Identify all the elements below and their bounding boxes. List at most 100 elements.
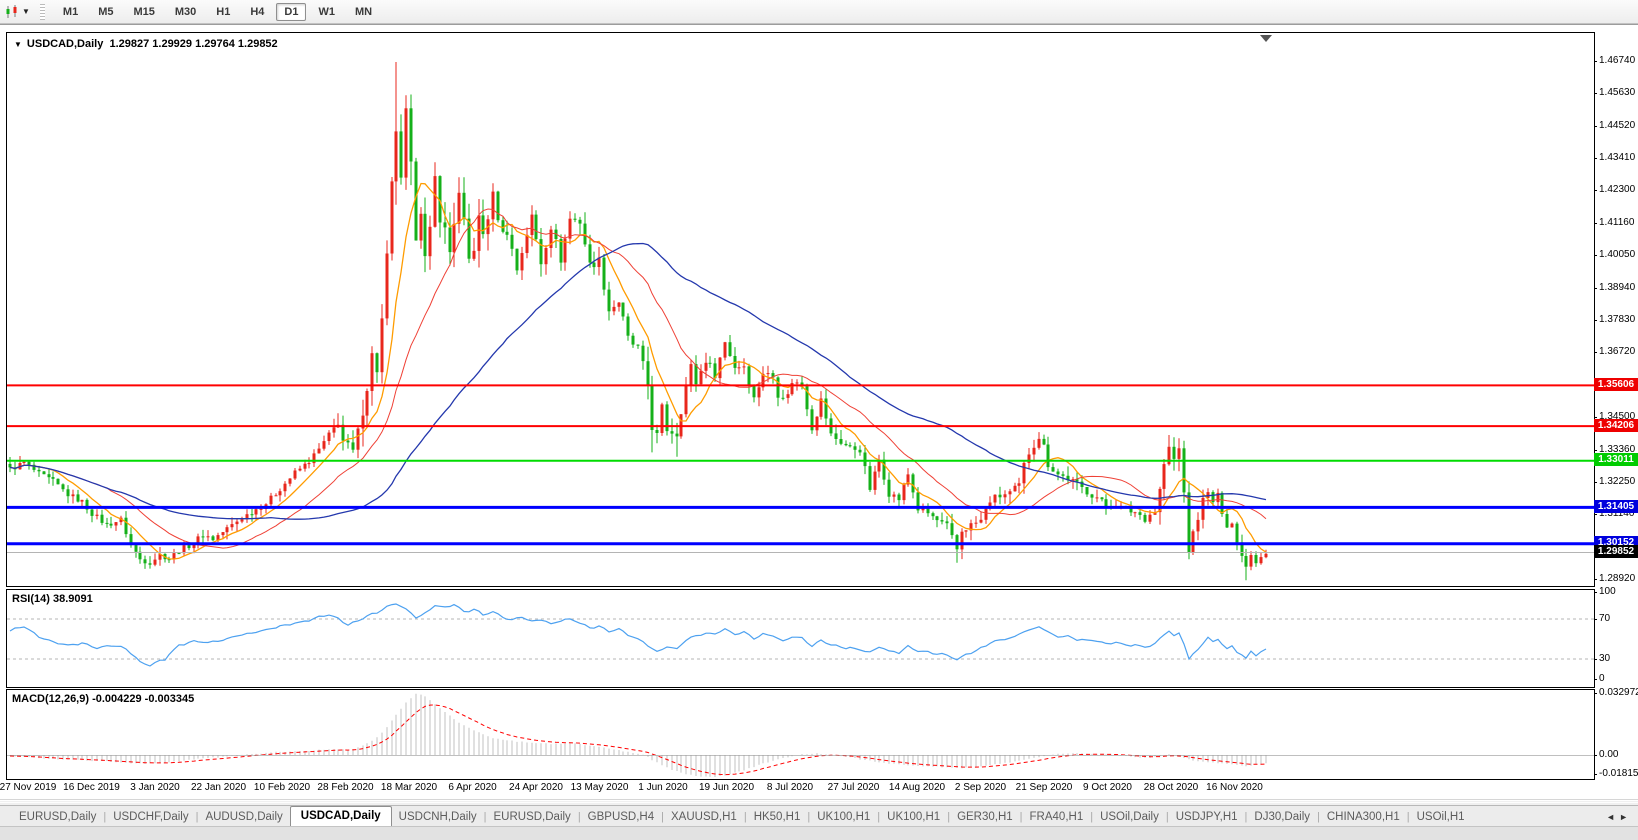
y-axis-tick: 1.42300 [1599,184,1635,195]
y-axis-tick: 1.36720 [1599,346,1635,357]
shift-marker-icon [1260,35,1272,42]
rsi-scale-label: 70 [1599,613,1610,624]
date-axis[interactable]: 27 Nov 2019 16 Dec 2019 3 Jan 2020 22 Jan 2… [0,780,1593,798]
window-bottom-bevel [0,799,1638,803]
price-level-badge: 1.29852 [1594,545,1638,558]
chart-ohlc-values: 1.29827 1.29929 1.29764 1.29852 [109,38,277,50]
price-level-badge: 1.31405 [1594,500,1638,513]
medium-ma [10,209,1266,548]
slow-ma [10,244,1266,520]
chart-tab-usdchf-daily[interactable]: USDCHF,Daily [106,808,195,826]
chart-tab-china300-h1[interactable]: CHINA300,H1 [1320,808,1407,826]
timeframe-button-m30[interactable]: M30 [167,3,204,21]
timeframe-button-h1[interactable]: H1 [208,3,238,21]
rsi-scale-label: 30 [1599,653,1610,664]
timeframe-buttons: M1M5M15 M30H1H4D1W1MN [53,3,382,21]
x-axis-date-label: 9 Oct 2020 [1083,782,1132,793]
chart-tab-audusd-daily[interactable]: AUDUSD,Daily [198,808,289,826]
rsi-pane-canvas[interactable] [7,590,1594,687]
chart-tab-usoil-daily[interactable]: USOil,Daily [1093,808,1166,826]
x-axis-date-label: 1 Jun 2020 [638,782,688,793]
chevron-down-icon[interactable]: ▼ [22,7,30,16]
y-axis-tick: 1.41160 [1599,217,1634,228]
tab-scroll-right-icon[interactable]: ► [1619,812,1632,822]
rsi-scale-label: 100 [1599,586,1616,597]
x-axis-date-label: 8 Jul 2020 [767,782,813,793]
y-axis-tick: 1.40050 [1599,249,1635,260]
x-axis-date-label: 18 Mar 2020 [381,782,437,793]
price-scale[interactable]: 1.46740 1.45630 1.44520 1.43410 1.42300 1.411… [1594,25,1638,802]
chart-tab-eurusd-daily[interactable]: EURUSD,Daily [12,808,103,826]
chart-tab-uk100-h1[interactable]: UK100,H1 [880,808,947,826]
chart-tab-hk50-h1[interactable]: HK50,H1 [747,808,808,826]
x-axis-date-label: 16 Nov 2020 [1206,782,1263,793]
macd-scale-label: 0.032972 [1599,687,1638,698]
x-axis-date-label: 6 Apr 2020 [448,782,496,793]
tab-scroll-arrows: ◄► [1606,812,1632,822]
price-level-badge: 1.33011 [1594,453,1638,466]
macd-pane[interactable]: MACD(12,26,9) -0.004229 -0.003345 [6,689,1595,780]
x-axis-date-label: 2 Sep 2020 [955,782,1006,793]
macd-scale-label: 0.00 [1599,749,1618,760]
macd-scale-label: -0.018154 [1599,768,1638,779]
chart-window: ▼USDCAD,Daily 1.29827 1.29929 1.29764 1.… [0,24,1638,801]
y-axis-tick: 1.46740 [1599,55,1635,66]
macd-pane-canvas[interactable] [7,690,1594,779]
timeframe-button-d1[interactable]: D1 [276,3,306,21]
chart-tab-xauusd-h1[interactable]: XAUUSD,H1 [664,808,744,826]
macd-indicator-label: MACD(12,26,9) -0.004229 -0.003345 [12,693,194,705]
chart-tab-usdjpy-h1[interactable]: USDJPY,H1 [1169,808,1245,826]
timeframe-button-mn[interactable]: MN [347,3,380,21]
chart-tab-ger30-h1[interactable]: GER30,H1 [950,808,1020,826]
x-axis-date-label: 16 Dec 2019 [63,782,120,793]
toolbar-grip[interactable] [40,4,45,20]
timeframe-button-m1[interactable]: M1 [55,3,86,21]
x-axis-date-label: 24 Apr 2020 [509,782,563,793]
chart-tab-uk100-h1[interactable]: UK100,H1 [810,808,877,826]
rsi-scale-label: 0 [1599,673,1605,684]
chart-tab-usoil-h1[interactable]: USOil,H1 [1410,808,1472,826]
y-axis-tick: 1.44520 [1599,120,1635,131]
y-axis-tick: 1.38940 [1599,282,1635,293]
fast-ma [10,184,1266,560]
rsi-indicator-label: RSI(14) 38.9091 [12,593,93,605]
timeframe-button-m15[interactable]: M15 [125,3,162,21]
chart-title: ▼USDCAD,Daily 1.29827 1.29929 1.29764 1.… [14,38,278,50]
price-pane[interactable] [6,32,1595,587]
x-axis-date-label: 3 Jan 2020 [130,782,180,793]
y-axis-tick: 1.32250 [1599,476,1635,487]
y-axis-tick: 1.28920 [1599,573,1635,584]
rsi-pane[interactable]: RSI(14) 38.9091 [6,589,1595,688]
chart-tab-fra40-h1[interactable]: FRA40,H1 [1023,808,1091,826]
tab-scroll-left-icon[interactable]: ◄ [1606,812,1619,822]
x-axis-date-label: 22 Jan 2020 [191,782,246,793]
timeframe-toolbar: ▼ M1M5M15 M30H1H4D1W1MN [0,0,1638,24]
y-axis-tick: 1.45630 [1599,87,1635,98]
price-level-badge: 1.34206 [1594,419,1638,432]
x-axis-date-label: 27 Jul 2020 [828,782,880,793]
chart-tab-dj30-daily[interactable]: DJ30,Daily [1247,808,1317,826]
chart-tab-bar: EURUSD,Daily|USDCHF,Daily|AUDUSD,DailyUS… [0,805,1638,826]
x-axis-date-label: 28 Feb 2020 [317,782,373,793]
chart-tab-gbpusd-h4[interactable]: GBPUSD,H4 [581,808,661,826]
y-axis-tick: 1.43410 [1599,152,1635,163]
x-axis-date-label: 28 Oct 2020 [1144,782,1198,793]
x-axis-date-label: 14 Aug 2020 [889,782,945,793]
mt4-terminal: { "toolbar": { "timeframes": ["M1","M5",… [0,0,1638,840]
price-level-badge: 1.35606 [1594,378,1638,391]
rsi-line [10,604,1266,666]
timeframe-button-m5[interactable]: M5 [90,3,121,21]
chart-tab-usdcad-daily[interactable]: USDCAD,Daily [290,806,392,826]
price-pane-canvas[interactable] [7,33,1594,586]
x-axis-date-label: 21 Sep 2020 [1016,782,1073,793]
x-axis-date-label: 10 Feb 2020 [254,782,310,793]
candlestick-chart-icon[interactable] [4,4,20,20]
chart-tab-usdcnh-daily[interactable]: USDCNH,Daily [392,808,484,826]
x-axis-date-label: 13 May 2020 [571,782,629,793]
timeframe-button-w1[interactable]: W1 [310,3,343,21]
y-axis-tick: 1.37830 [1599,314,1635,325]
timeframe-button-h4[interactable]: H4 [242,3,272,21]
x-axis-date-label: 27 Nov 2019 [0,782,56,793]
title-collapse-icon[interactable]: ▼ [14,40,22,49]
chart-tab-eurusd-daily[interactable]: EURUSD,Daily [486,808,577,826]
